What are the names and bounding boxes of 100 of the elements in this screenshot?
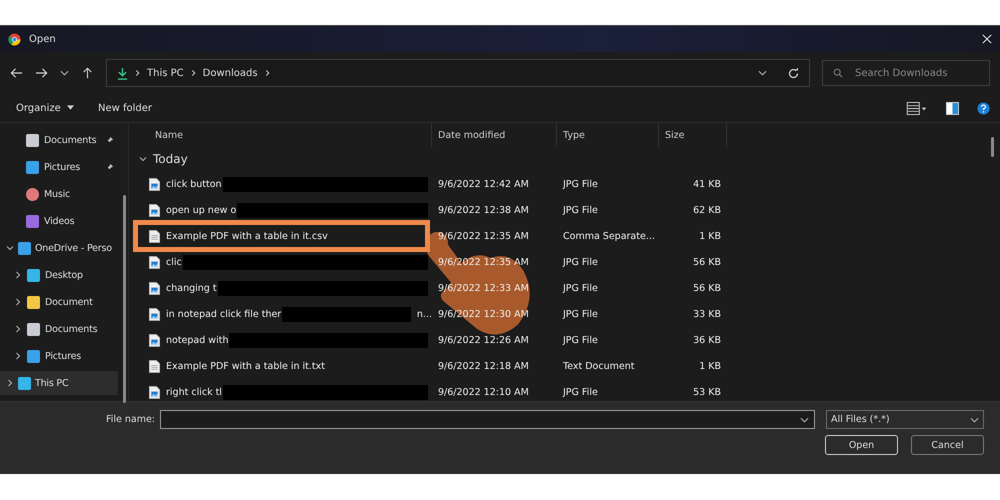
breadcrumb[interactable]: Downloads	[202, 68, 258, 78]
sidebar-item[interactable]: Videos	[0, 209, 118, 233]
image-file-icon	[149, 256, 160, 268]
chevron-down-icon[interactable]	[800, 417, 809, 423]
file-row[interactable]: click button 9/6/2022 12:42 AM JPG File 41 KB	[137, 171, 1000, 197]
chevron-right-icon[interactable]	[14, 352, 22, 360]
search-icon	[833, 68, 843, 78]
column-header[interactable]: Type	[557, 123, 659, 147]
file-name[interactable]: in notepad click file ther	[166, 308, 282, 320]
chevron-down-icon	[970, 416, 979, 422]
column-header[interactable]: Name	[137, 123, 432, 147]
view-list-icon[interactable]	[906, 102, 928, 114]
file-name[interactable]: Example PDF with a table in it.csv	[166, 230, 328, 242]
type-cell-text: JPG File	[562, 308, 599, 320]
text-file-icon	[149, 230, 160, 242]
group-header[interactable]: Today	[137, 147, 259, 171]
back-arrow-icon[interactable]	[10, 67, 23, 79]
file-name[interactable]: click button	[166, 178, 222, 190]
file-row[interactable]: notepad with 9/6/2022 12:26 AM JPG File 36 KB	[137, 327, 1000, 353]
text-file-icon	[149, 360, 160, 372]
column-header[interactable]: Date modified	[432, 123, 557, 147]
chevron-down-icon[interactable]	[6, 244, 14, 252]
sidebar-item[interactable]: Desktop	[0, 263, 118, 287]
size-cell-text: 33 KB	[692, 308, 722, 320]
file-name[interactable]: n...	[416, 308, 432, 320]
breadcrumb[interactable]: This PC	[147, 68, 184, 78]
file-name[interactable]: notepad with	[166, 334, 228, 346]
size-cell-text: 41 KB	[692, 178, 722, 190]
date-cell-text: 9/6/2022 12:10 AM	[437, 386, 530, 398]
sidebar-item[interactable]: Pictures	[0, 344, 118, 368]
sidebar-item[interactable]: Documents	[0, 128, 118, 152]
type-cell-text: JPG File	[562, 282, 599, 294]
image-file-icon	[149, 178, 160, 190]
column-header[interactable]: Size	[659, 123, 727, 147]
type-cell-text: JPG File	[562, 204, 599, 216]
chevron-right-icon	[135, 69, 140, 77]
organize-button[interactable]: Organize	[8, 100, 82, 116]
up-arrow-icon[interactable]	[81, 67, 94, 79]
image-file-icon	[149, 308, 160, 320]
open-button[interactable]: Open	[825, 435, 898, 455]
help-icon[interactable]	[977, 102, 990, 114]
image-file-icon	[149, 334, 160, 346]
size-cell-text: 1 KB	[698, 230, 722, 242]
file-name[interactable]: right click tl	[166, 386, 222, 398]
sidebar-item[interactable]: Music	[0, 182, 118, 206]
chevron-down-icon[interactable]	[60, 70, 69, 76]
type-cell-text: Comma Separate...	[562, 230, 656, 242]
type-cell-text: JPG File	[562, 386, 599, 398]
type-cell-text: JPG File	[562, 256, 599, 268]
forward-arrow-icon[interactable]	[35, 67, 48, 79]
date-cell-text: 9/6/2022 12:38 AM	[437, 204, 530, 216]
chevron-right-icon[interactable]	[14, 325, 22, 333]
app-icon	[8, 32, 21, 46]
preview-pane-icon[interactable]	[946, 102, 959, 114]
new-folder-button[interactable]: New folder	[90, 100, 160, 116]
chevron-right-icon[interactable]	[14, 271, 22, 279]
date-cell-text: 9/6/2022 12:35 AM	[437, 256, 530, 268]
file-row[interactable]: Example PDF with a table in it.txt 9/6/2022 12:18 AM Text Document 1 KB	[137, 353, 1000, 379]
date-cell-text: 9/6/2022 12:26 AM	[437, 334, 530, 346]
sidebar-item[interactable]: Document	[0, 290, 118, 314]
sidebar-item[interactable]: Documents	[0, 317, 118, 341]
file-name-field[interactable]	[160, 410, 815, 429]
window-title: Open	[29, 34, 57, 44]
search-field[interactable]: Search Downloads	[822, 60, 990, 86]
address-bar[interactable]: This PC Downloads	[106, 59, 810, 87]
type-cell-text: JPG File	[562, 178, 599, 190]
scrollbar[interactable]	[991, 137, 994, 157]
chevron-right-icon	[190, 69, 196, 77]
size-cell-text: 56 KB	[692, 282, 722, 294]
file-row[interactable]: clic 9/6/2022 12:35 AM JPG File 56 KB	[137, 249, 1000, 275]
sidebar-item[interactable]: Pictures	[0, 155, 118, 179]
file-name[interactable]: changing t	[166, 282, 217, 294]
image-file-icon	[149, 204, 160, 216]
image-file-icon	[149, 386, 160, 398]
chevron-down-icon[interactable]	[139, 155, 147, 163]
scrollbar[interactable]	[123, 195, 126, 403]
size-cell-text: 53 KB	[692, 386, 722, 398]
chevron-down-icon[interactable]	[758, 70, 767, 76]
file-name[interactable]: Example PDF with a table in it.txt	[166, 360, 325, 372]
cancel-button[interactable]: Cancel	[911, 435, 984, 455]
file-row[interactable]: open up new o 9/6/2022 12:38 AM JPG File 62 KB	[137, 197, 1000, 223]
size-cell-text: 62 KB	[692, 204, 722, 216]
sidebar-item[interactable]: This PC	[0, 371, 118, 395]
date-cell-text: 9/6/2022 12:18 AM	[437, 360, 530, 372]
file-name[interactable]: open up new o	[166, 204, 236, 216]
chevron-right-icon[interactable]	[14, 298, 22, 306]
size-cell-text: 56 KB	[692, 256, 722, 268]
type-cell-text: JPG File	[562, 334, 599, 346]
file-name[interactable]: clic	[166, 256, 182, 268]
file-type-dropdown[interactable]: All Files (*.*)	[826, 410, 984, 429]
refresh-icon[interactable]	[788, 68, 799, 78]
sidebar-item[interactable]: OneDrive - Perso	[0, 236, 118, 260]
type-cell-text: Text Document	[562, 360, 636, 372]
close-icon[interactable]	[982, 34, 992, 44]
caret-icon	[66, 105, 74, 110]
chevron-right-icon[interactable]	[6, 379, 14, 387]
size-cell-text: 1 KB	[698, 360, 722, 372]
date-cell-text: 9/6/2022 12:42 AM	[437, 178, 530, 190]
file-row[interactable]: right click tl 9/6/2022 12:10 AM JPG File 53 KB	[137, 379, 1000, 405]
size-cell-text: 36 KB	[692, 334, 722, 346]
